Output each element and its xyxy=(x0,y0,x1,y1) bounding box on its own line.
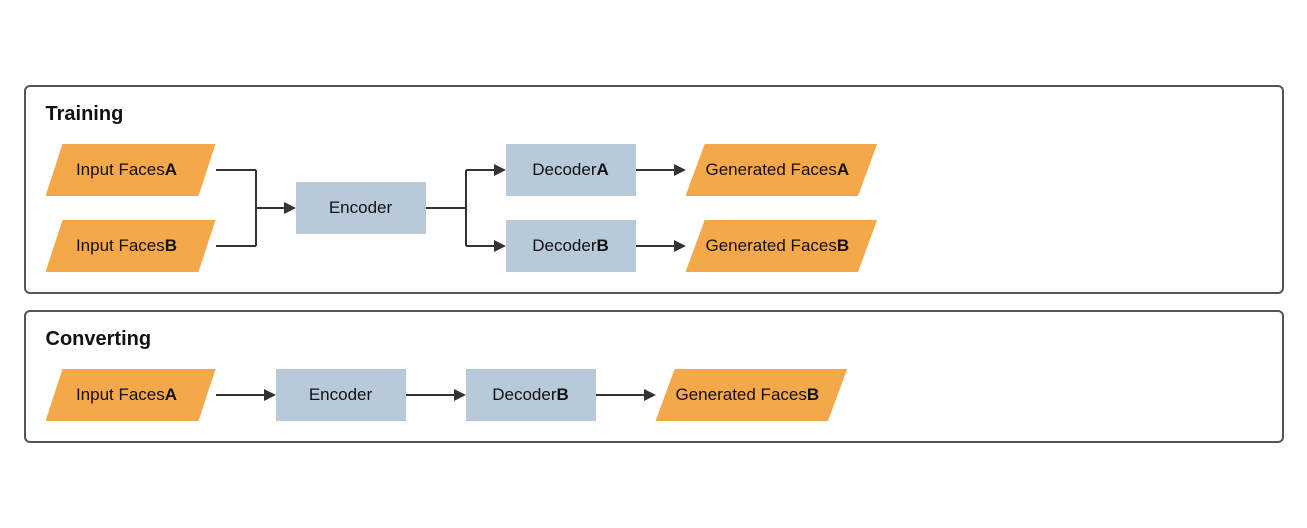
converting-arrow-2 xyxy=(406,369,466,421)
converting-flow: Input Faces A Encoder Decoder B Generate… xyxy=(46,369,1262,421)
training-right: Decoder A Generated Faces A Decoder B xyxy=(506,144,878,272)
merge-lines-left xyxy=(216,144,296,272)
converting-arrow-3 xyxy=(596,369,656,421)
training-encoder: Encoder xyxy=(296,182,426,234)
converting-encoder: Encoder xyxy=(276,369,406,421)
training-input-a: Input Faces A xyxy=(46,144,216,196)
converting-title: Converting xyxy=(46,328,1262,351)
training-generated-b: Generated Faces B xyxy=(686,220,878,272)
converting-decoder-b: Decoder B xyxy=(466,369,596,421)
training-generated-a: Generated Faces A xyxy=(686,144,878,196)
converting-input-a: Input Faces A xyxy=(46,369,216,421)
training-box: Training Input Faces A Input Faces B Enc… xyxy=(24,85,1284,294)
training-decoder-a-row: Decoder A Generated Faces A xyxy=(506,144,878,196)
training-input-b: Input Faces B xyxy=(46,220,216,272)
training-inputs: Input Faces A Input Faces B xyxy=(46,144,216,272)
training-title: Training xyxy=(46,103,1262,126)
training-decoder-b-row: Decoder B Generated Faces B xyxy=(506,220,878,272)
training-decoder-a: Decoder A xyxy=(506,144,636,196)
training-decoder-b: Decoder B xyxy=(506,220,636,272)
arrow-to-gen-b xyxy=(636,220,686,272)
converting-generated-b: Generated Faces B xyxy=(656,369,848,421)
arrow-to-gen-a xyxy=(636,144,686,196)
converting-arrow-1 xyxy=(216,369,276,421)
branch-lines xyxy=(426,144,506,272)
converting-box: Converting Input Faces A Encoder Decoder… xyxy=(24,310,1284,443)
training-content: Input Faces A Input Faces B Encoder xyxy=(46,144,1262,272)
